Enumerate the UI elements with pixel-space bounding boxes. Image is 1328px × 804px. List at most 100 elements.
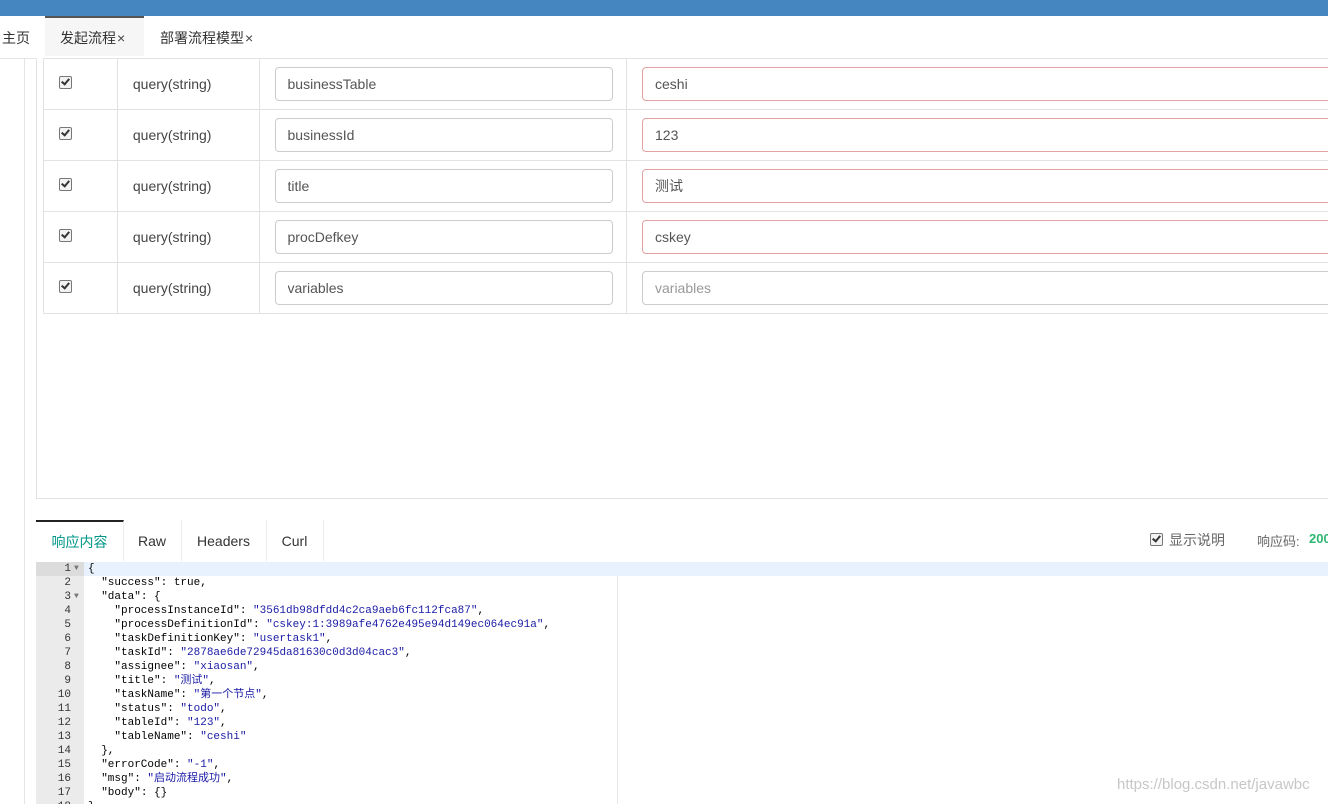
- fold-toggle-icon[interactable]: ▼: [74, 562, 79, 576]
- response-code-value: 200 O: [1309, 531, 1328, 546]
- editor-line: 2 "success": true,: [36, 576, 1328, 590]
- editor-line: 12 "tableId": "123",: [36, 716, 1328, 730]
- line-number: 15: [57, 759, 71, 771]
- tab-label: 部署流程模型: [160, 30, 244, 46]
- line-number: 13: [57, 731, 71, 743]
- show-description-checkbox[interactable]: [1150, 533, 1163, 546]
- editor-line: 7 "taskId": "2878ae6de72945da81630c0d3d0…: [36, 646, 1328, 660]
- editor-line: 14 },: [36, 744, 1328, 758]
- tab-headers[interactable]: Headers: [181, 520, 267, 561]
- code-text: "assignee": "xiaosan",: [114, 661, 260, 673]
- code-text: "taskDefinitionKey": "usertask1",: [114, 633, 333, 645]
- editor-line: 11 "status": "todo",: [36, 702, 1328, 716]
- tab-label: 主页: [2, 30, 30, 46]
- code-text: "tableId": "123",: [114, 717, 227, 729]
- response-code: 响应码: 200 O: [1257, 531, 1328, 550]
- line-number: 5: [64, 619, 71, 631]
- line-number: 2: [64, 577, 71, 589]
- tab-start-process[interactable]: 发起流程×: [45, 16, 144, 56]
- code-text: "processDefinitionId": "cskey:1:3989afe4…: [114, 619, 551, 631]
- param-type: query(string): [132, 76, 212, 92]
- close-icon[interactable]: ×: [117, 30, 125, 46]
- response-code-editor[interactable]: 1 ▼{2 "success": true, 3 ▼ "data": {4 "proc…: [36, 562, 1328, 804]
- tab-home[interactable]: 主页: [2, 16, 30, 58]
- editor-line: 5 "processDefinitionId": "cskey:1:3989af…: [36, 618, 1328, 632]
- line-number: 12: [57, 717, 71, 729]
- tab-bar: 主页 发起流程× 部署流程模型×: [0, 16, 1328, 59]
- editor-line: 13 "tableName": "ceshi": [36, 730, 1328, 744]
- tab-deploy-model[interactable]: 部署流程模型×: [160, 16, 253, 58]
- code-text: "errorCode": "-1",: [101, 759, 221, 771]
- code-text: "taskId": "2878ae6de72945da81630c0d3d04c…: [114, 647, 412, 659]
- param-value-input[interactable]: [642, 118, 1328, 152]
- code-text: },: [88, 745, 115, 757]
- param-name-input[interactable]: [274, 169, 613, 203]
- code-text: }: [88, 800, 95, 804]
- editor-line: 3 ▼ "data": {: [36, 590, 1328, 604]
- param-type: query(string): [132, 178, 212, 194]
- line-number: 7: [64, 647, 71, 659]
- param-checkbox[interactable]: [59, 127, 72, 140]
- table-row: query(string): [43, 262, 1328, 314]
- param-type: query(string): [132, 127, 212, 143]
- line-number: 17: [57, 787, 71, 799]
- param-checkbox[interactable]: [59, 76, 72, 89]
- show-description-toggle[interactable]: 显示说明: [1150, 530, 1225, 550]
- params-table: query(string) query(string) query(string…: [43, 58, 1328, 314]
- param-checkbox[interactable]: [59, 178, 72, 191]
- table-row: query(string): [43, 109, 1328, 161]
- table-row: query(string): [43, 160, 1328, 212]
- top-header-bar: [0, 0, 1328, 16]
- code-text: "msg": "启动流程成功",: [101, 773, 234, 785]
- code-text: "data": {: [101, 591, 161, 603]
- line-number: 9: [64, 675, 71, 687]
- code-text: "body": {}: [101, 787, 168, 799]
- close-icon[interactable]: ×: [245, 30, 253, 46]
- line-number: 14: [57, 745, 71, 757]
- param-name-input[interactable]: [274, 271, 613, 305]
- editor-line: 18}: [36, 800, 1328, 804]
- code-text: "tableName": "ceshi": [114, 731, 247, 743]
- tab-curl[interactable]: Curl: [266, 520, 324, 561]
- line-number: 4: [64, 605, 71, 617]
- editor-line: 6 "taskDefinitionKey": "usertask1",: [36, 632, 1328, 646]
- line-number: 1: [64, 563, 71, 575]
- response-code-label: 响应码:: [1257, 534, 1300, 549]
- watermark: https://blog.csdn.net/javawbc: [1117, 776, 1310, 793]
- code-text: "status": "todo",: [114, 703, 227, 715]
- param-value-input[interactable]: [642, 220, 1328, 254]
- editor-line: 8 "assignee": "xiaosan",: [36, 660, 1328, 674]
- param-type: query(string): [132, 280, 212, 296]
- editor-line: 9 "title": "测试",: [36, 674, 1328, 688]
- line-number: 16: [57, 773, 71, 785]
- table-row: query(string): [43, 58, 1328, 110]
- line-number: 6: [64, 633, 71, 645]
- editor-line: 10 "taskName": "第一个节点",: [36, 688, 1328, 702]
- editor-line: 1 ▼ {: [36, 562, 1328, 576]
- param-name-input[interactable]: [274, 220, 613, 254]
- show-description-label: 显示说明: [1169, 532, 1225, 548]
- param-checkbox[interactable]: [59, 280, 72, 293]
- tab-label: 发起流程: [60, 30, 116, 46]
- param-checkbox[interactable]: [59, 229, 72, 242]
- param-value-input[interactable]: [642, 271, 1328, 305]
- line-number: 3: [64, 591, 71, 603]
- table-row: query(string): [43, 211, 1328, 263]
- line-number: 8: [64, 661, 71, 673]
- param-value-input[interactable]: [642, 169, 1328, 203]
- code-text: "processInstanceId": "3561db98dfdd4c2ca9…: [114, 605, 485, 617]
- editor-line: 15 "errorCode": "-1",: [36, 758, 1328, 772]
- fold-toggle-icon[interactable]: ▼: [74, 590, 79, 604]
- tab-raw[interactable]: Raw: [123, 520, 182, 561]
- code-text: "title": "测试",: [114, 675, 216, 687]
- editor-line: 4 "processInstanceId": "3561db98dfdd4c2c…: [36, 604, 1328, 618]
- param-name-input[interactable]: [274, 67, 613, 101]
- tab-response-content[interactable]: 响应内容: [36, 520, 124, 561]
- param-name-input[interactable]: [274, 118, 613, 152]
- code-text: "success": true,: [101, 577, 207, 589]
- sidebar-divider: [24, 58, 25, 804]
- line-number: 10: [57, 689, 71, 701]
- code-text: {: [88, 563, 95, 575]
- param-value-input[interactable]: [642, 67, 1328, 101]
- code-text: "taskName": "第一个节点",: [114, 689, 269, 701]
